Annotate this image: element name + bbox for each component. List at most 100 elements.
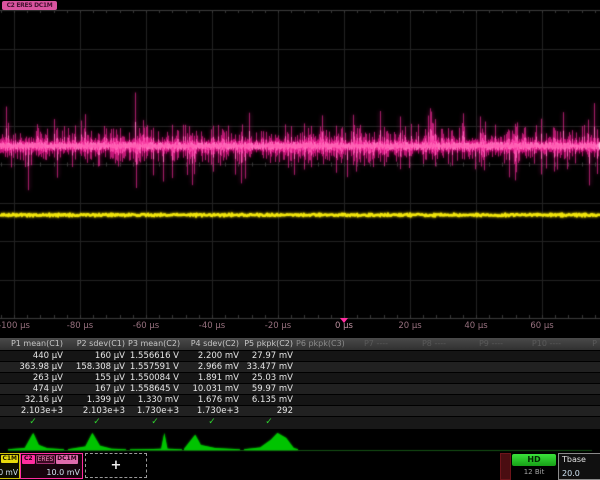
- measure-cell: [564, 351, 600, 361]
- status-check-icon: ✓: [0, 417, 66, 429]
- trigger-descriptor-edge[interactable]: [500, 453, 511, 480]
- time-axis-label-4: -40 μs: [199, 321, 225, 331]
- measure-header-p7[interactable]: P7 ----: [347, 338, 391, 350]
- status-empty: [296, 417, 347, 429]
- c2-channel-badge: C2: [22, 455, 35, 464]
- trace-annotation-badge: C2 ERES DC1M: [2, 1, 57, 10]
- measure-cell: 10.031 mV: [182, 384, 242, 394]
- measure-cell: 25.03 mV: [242, 373, 296, 383]
- status-empty: [506, 417, 564, 429]
- measure-cell: [296, 373, 347, 383]
- measure-header-p10[interactable]: P10 ----: [506, 338, 564, 350]
- status-check-icon: ✓: [66, 417, 128, 429]
- measure-cell: 1.330 mV: [128, 395, 182, 405]
- time-axis-label-3: -60 μs: [133, 321, 159, 331]
- measure-header-p9[interactable]: P9 ----: [449, 338, 506, 350]
- measure-cell: [296, 351, 347, 361]
- measure-header-p3[interactable]: P3 mean(C2): [128, 338, 182, 350]
- measure-cell: 1.730e+3: [128, 406, 182, 416]
- measure-cell: 2.103e+3: [66, 406, 128, 416]
- measure-cell: [564, 384, 600, 394]
- measure-cell: 1.399 μV: [66, 395, 128, 405]
- measure-cell: [391, 384, 449, 394]
- timebase-descriptor[interactable]: Tbase 20.0: [558, 453, 600, 480]
- measure-cell: [347, 395, 391, 405]
- timebase-value: 20.0: [562, 469, 580, 478]
- measure-cell: [391, 362, 449, 372]
- measure-cell: [564, 395, 600, 405]
- measure-cell: 6.135 mV: [242, 395, 296, 405]
- trigger-position-marker[interactable]: [340, 318, 348, 323]
- measure-cell: 1.557591 V: [128, 362, 182, 372]
- status-empty: [391, 417, 449, 429]
- channel-c1-descriptor[interactable]: C1M 0 mV: [0, 453, 20, 479]
- measure-header-p2[interactable]: P2 sdev(C1): [66, 338, 128, 350]
- measure-header-p8[interactable]: P8 ----: [391, 338, 449, 350]
- measure-cell: 1.676 mV: [182, 395, 242, 405]
- c2-badges: C2 ERES DC1M: [22, 455, 78, 464]
- time-axis-label-8: 40 μs: [464, 321, 487, 331]
- measure-cell: 160 μV: [66, 351, 128, 361]
- measure-cell: 32.16 μV: [0, 395, 66, 405]
- status-check-icon: ✓: [242, 417, 296, 429]
- measure-cell: [564, 373, 600, 383]
- measure-header-p1[interactable]: P1 mean(C1): [0, 338, 66, 350]
- measure-cell: 1.891 mV: [182, 373, 242, 383]
- time-axis-label-5: -20 μs: [265, 321, 291, 331]
- status-empty: [347, 417, 391, 429]
- measure-cell: 440 μV: [0, 351, 66, 361]
- measure-header-p11[interactable]: P: [564, 338, 600, 350]
- measure-cell: [506, 406, 564, 416]
- c2-vdiv-value: 10.0 mV: [46, 468, 80, 477]
- measure-cell: 33.477 mV: [242, 362, 296, 372]
- c1-vdiv-value: 0 mV: [0, 468, 18, 477]
- measure-cell: [506, 351, 564, 361]
- channel-c2-descriptor[interactable]: C2 ERES DC1M 10.0 mV: [20, 453, 83, 479]
- measure-cell: [449, 373, 506, 383]
- measure-cell: [449, 362, 506, 372]
- measure-cell: 2.966 mV: [182, 362, 242, 372]
- measure-cell: 1.730e+3: [182, 406, 242, 416]
- measure-row-min: 263 μV155 μV1.550084 V1.891 mV25.03 mV: [0, 373, 600, 384]
- measure-cell: 1.558645 V: [128, 384, 182, 394]
- time-axis-label-7: 20 μs: [398, 321, 421, 331]
- measure-header-row: P1 mean(C1)P2 sdev(C1)P3 mean(C2)P4 sdev…: [0, 338, 600, 351]
- measure-cell: 1.556616 V: [128, 351, 182, 361]
- measure-cell: 474 μV: [0, 384, 66, 394]
- add-trace-button[interactable]: +: [85, 453, 147, 478]
- measure-cell: [347, 384, 391, 394]
- measure-cell: [391, 351, 449, 361]
- measure-header-p4[interactable]: P4 sdev(C2): [182, 338, 242, 350]
- measure-cell: [391, 395, 449, 405]
- measure-cell: [564, 362, 600, 372]
- measure-cell: [449, 395, 506, 405]
- c1-coupling-badge: C1M: [1, 455, 18, 463]
- measure-row-value: 440 μV160 μV1.556616 V2.200 mV27.97 mV: [0, 351, 600, 362]
- c2-eres-badge: ERES: [36, 455, 56, 464]
- measure-header-p5[interactable]: P5 pkpk(C2): [242, 338, 296, 350]
- measure-cell: [296, 384, 347, 394]
- measure-cell: 2.200 mV: [182, 351, 242, 361]
- measure-cell: 263 μV: [0, 373, 66, 383]
- measure-row-mean: 363.98 μV158.308 μV1.557591 V2.966 mV33.…: [0, 362, 600, 373]
- descriptor-bar: C1M 0 mV C2 ERES DC1M 10.0 mV + HD 12 Bi…: [0, 452, 600, 480]
- waveform-display[interactable]: [0, 0, 600, 330]
- measure-cell: [506, 395, 564, 405]
- measure-cell: [391, 373, 449, 383]
- hd-mode-badge[interactable]: HD: [512, 454, 556, 466]
- measure-header-p6[interactable]: P6 pkpk(C3): [296, 338, 347, 350]
- measure-cell: 1.550084 V: [128, 373, 182, 383]
- measure-cell: [347, 406, 391, 416]
- measure-cell: 363.98 μV: [0, 362, 66, 372]
- measure-cell: 292: [242, 406, 296, 416]
- time-axis-label-9: 60 μs: [530, 321, 553, 331]
- measure-cell: [347, 351, 391, 361]
- measure-cell: 59.97 mV: [242, 384, 296, 394]
- measure-cell: [296, 395, 347, 405]
- time-axis-label-2: -80 μs: [67, 321, 93, 331]
- oscilloscope-screen: C2 ERES DC1M -100 μs-80 μs-60 μs-40 μs-2…: [0, 0, 600, 480]
- status-empty: [564, 417, 600, 429]
- c2-coupling-badge: DC1M: [56, 455, 78, 464]
- measure-cell: 2.103e+3: [0, 406, 66, 416]
- histicons-strip[interactable]: [0, 430, 600, 452]
